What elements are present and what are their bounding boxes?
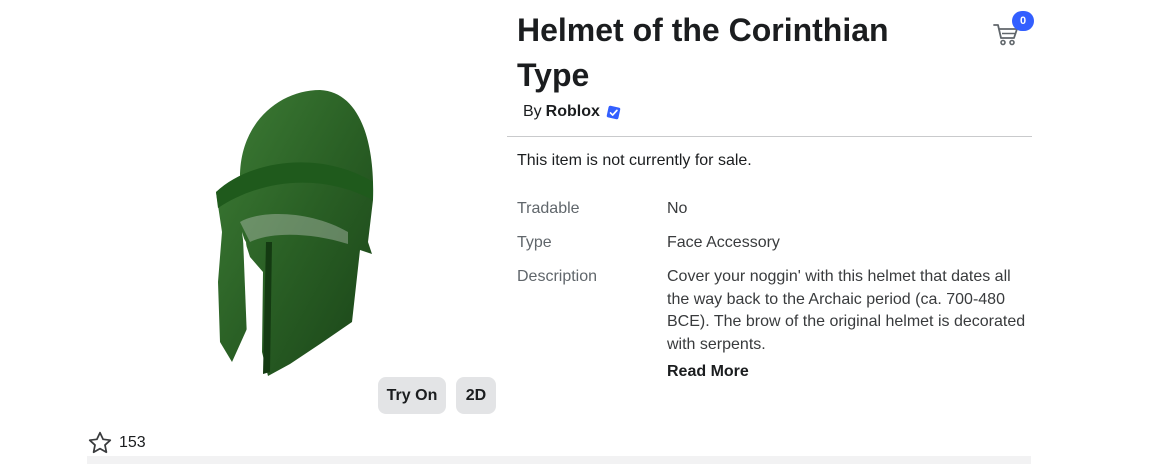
type-value: Face Accessory: [667, 234, 780, 251]
by-label: By: [523, 103, 542, 120]
cart-count-badge: 0: [1012, 11, 1034, 31]
helmet-image: [216, 90, 374, 376]
title-divider: [507, 136, 1032, 137]
try-on-button[interactable]: Try On: [378, 377, 446, 414]
tradable-label: Tradable: [517, 200, 580, 217]
item-title: Helmet of the Corinthian Type: [517, 12, 889, 93]
favorite-control[interactable]: 153: [87, 430, 146, 456]
sale-status-text: This item is not currently for sale.: [517, 152, 752, 169]
read-more-link[interactable]: Read More: [667, 363, 749, 381]
tradable-value: No: [667, 200, 688, 217]
item-details-page: Try On 2D 153 Helmet of the Corinthian T…: [0, 0, 1171, 464]
creator-byline: By Roblox: [523, 103, 622, 121]
favorite-count: 153: [119, 434, 146, 451]
type-label: Type: [517, 234, 552, 251]
item-thumbnail[interactable]: [170, 82, 420, 382]
toggle-2d-button[interactable]: 2D: [456, 377, 496, 414]
star-icon[interactable]: [87, 430, 113, 456]
description-text: Cover your noggin' with this helmet that…: [667, 268, 1026, 353]
section-divider-bar: [87, 456, 1031, 464]
description-label: Description: [517, 268, 598, 285]
verified-badge-icon: [606, 105, 621, 119]
creator-link[interactable]: Roblox: [546, 103, 600, 121]
